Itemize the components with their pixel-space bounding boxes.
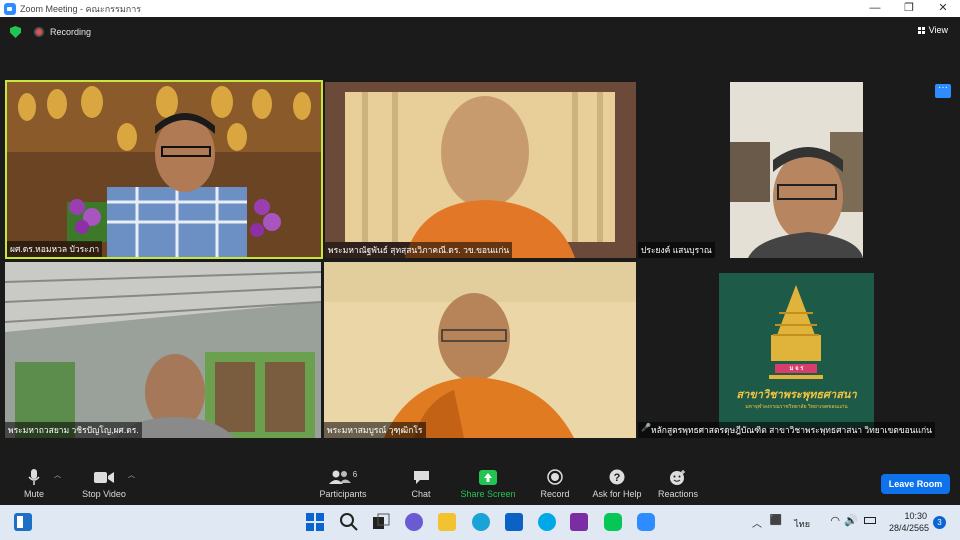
reactions-smiley-icon xyxy=(670,469,685,485)
participant-name: พระมหาสมบูรณ์ วุฑฺฒิกโร xyxy=(324,422,426,438)
share-screen-button[interactable]: Share Screen xyxy=(460,468,516,499)
meeting-topbar: Recording View xyxy=(0,17,960,47)
mute-label: Mute xyxy=(23,489,44,499)
mute-button[interactable]: Mute xyxy=(17,468,51,499)
minimize-button[interactable]: — xyxy=(858,0,892,17)
windows-start-icon[interactable] xyxy=(306,513,324,531)
record-icon xyxy=(547,469,563,485)
window-title: Zoom Meeting - คณะกรรมการ xyxy=(20,3,142,14)
file-explorer-icon[interactable] xyxy=(438,513,456,531)
task-view-icon[interactable] xyxy=(372,513,390,531)
video-feed xyxy=(5,262,321,438)
leave-room-button[interactable]: Leave Room xyxy=(881,474,950,494)
participants-button[interactable]: 6 Participants xyxy=(316,468,370,500)
participant-name: พระมหาถวสยาม วชิรปัญโญ,ผศ.ดร. xyxy=(5,422,142,438)
microsoft-store-icon[interactable]: ⬛ xyxy=(770,515,782,526)
meeting-controls: Mute ︿ Stop Video ︿ 6 Participants Chat … xyxy=(0,460,960,505)
record-button[interactable]: Record xyxy=(539,468,571,499)
participants-count: 6 xyxy=(352,469,358,479)
university-logo-card: ม จ ร สาขาวิชาพระพุทธศาสนา มหาจุฬาลงกรณร… xyxy=(719,273,874,428)
onenote-icon[interactable] xyxy=(570,513,588,531)
view-button[interactable]: View xyxy=(917,25,948,35)
wifi-icon[interactable]: ◠ xyxy=(830,514,840,527)
zoom-taskbar-icon[interactable] xyxy=(637,513,655,531)
participants-label: Participants xyxy=(319,489,367,499)
participant-name-with-muted-icon: 🎤 หลักสูตรพุทธศาสตรดุษฎีบัณฑิต สาขาวิชาพ… xyxy=(638,422,935,438)
grid-view-icon xyxy=(917,26,925,34)
edge-browser-icon[interactable] xyxy=(472,513,490,531)
notification-badge[interactable]: 3 xyxy=(933,516,946,529)
logo-monogram: ม จ ร xyxy=(789,366,804,372)
chat-label: Chat xyxy=(411,489,431,499)
clock-time[interactable]: 10:30 xyxy=(904,511,927,521)
chat-button[interactable]: Chat xyxy=(408,468,434,499)
video-tile[interactable]: ม จ ร สาขาวิชาพระพุทธศาสนา มหาจุฬาลงกรณร… xyxy=(638,262,955,438)
logo-caption: สาขาวิชาพระพุทธศาสนา xyxy=(736,389,857,401)
share-screen-icon xyxy=(479,469,497,485)
ask-for-help-label: Ask for Help xyxy=(592,489,642,499)
clock-date[interactable]: 28/4/2565 xyxy=(889,523,929,533)
recording-icon xyxy=(34,27,44,37)
video-tile[interactable]: พระมหาสมบูรณ์ วุฑฺฒิกโร xyxy=(324,262,636,438)
ask-for-help-button[interactable]: ? Ask for Help xyxy=(590,468,644,499)
video-tile[interactable]: พระมหาถวสยาม วชิรปัญโญ,ผศ.ดร. xyxy=(5,262,321,438)
zoom-app-icon xyxy=(4,2,16,15)
record-label: Record xyxy=(540,489,570,499)
audio-options-caret-icon[interactable]: ︿ xyxy=(54,470,61,480)
close-button[interactable]: ✕ xyxy=(926,0,960,17)
show-hidden-icons-chevron-icon[interactable]: ︿ xyxy=(752,515,762,530)
video-feed xyxy=(730,82,863,258)
video-options-caret-icon[interactable]: ︿ xyxy=(128,470,135,480)
video-camera-icon xyxy=(94,471,114,483)
help-question-icon: ? xyxy=(609,469,625,485)
stop-video-label: Stop Video xyxy=(82,489,126,499)
microphone-icon xyxy=(28,468,40,485)
svg-text:?: ? xyxy=(614,472,621,484)
more-options-button[interactable]: ··· xyxy=(935,83,951,98)
chat-bubble-icon xyxy=(413,470,429,484)
recording-label: Recording xyxy=(50,27,92,37)
window-titlebar: Zoom Meeting - คณะกรรมการ — ❐ ✕ xyxy=(0,0,960,17)
view-label: View xyxy=(928,25,948,35)
mail-icon[interactable] xyxy=(505,513,523,531)
video-feed xyxy=(7,82,321,257)
logo-subcaption: มหาจุฬาลงกรณราชวิทยาลัย วิทยาเขตขอนแก่น xyxy=(745,404,848,410)
battery-icon[interactable] xyxy=(864,517,876,524)
reactions-label: Reactions xyxy=(657,489,699,499)
share-screen-label: Share Screen xyxy=(460,489,516,499)
video-feed xyxy=(324,262,636,438)
teams-chat-icon[interactable] xyxy=(405,513,423,531)
input-language[interactable]: ไทย xyxy=(794,517,810,531)
video-tile[interactable]: ··· ประยงค์ แสนบุราณ xyxy=(638,82,955,258)
participants-icon xyxy=(328,470,351,484)
widgets-icon[interactable] xyxy=(14,513,32,531)
restore-button[interactable]: ❐ xyxy=(892,0,926,17)
line-app-icon[interactable] xyxy=(604,513,622,531)
mic-muted-icon: 🎤 xyxy=(641,423,651,432)
volume-icon[interactable]: 🔊 xyxy=(844,514,858,527)
encryption-shield-icon[interactable] xyxy=(10,26,21,38)
video-feed xyxy=(325,82,636,258)
search-icon[interactable] xyxy=(340,513,358,531)
video-tile[interactable]: พระมหาณัฐพันธ์ สุทสฺสนวิภาคณี.ดร. วข.ขอน… xyxy=(325,82,636,258)
windows-taskbar: ︿ ⬛ ไทย ◠ 🔊 10:30 28/4/2565 3 xyxy=(0,505,960,540)
reactions-button[interactable]: Reactions xyxy=(656,468,700,499)
participant-name: หลักสูตรพุทธศาสตรดุษฎีบัณฑิต สาขาวิชาพระ… xyxy=(651,425,932,435)
participant-name: ผศ.ดร.หอมหวล บัวระภา xyxy=(7,241,103,257)
participant-name: พระมหาณัฐพันธ์ สุทสฺสนวิภาคณี.ดร. วข.ขอน… xyxy=(325,242,513,258)
video-tile[interactable]: ผศ.ดร.หอมหวล บัวระภา xyxy=(5,80,323,259)
skype-icon[interactable] xyxy=(538,513,556,531)
participant-name: ประยงค์ แสนบุราณ xyxy=(638,242,715,258)
stop-video-button[interactable]: Stop Video xyxy=(78,468,130,499)
